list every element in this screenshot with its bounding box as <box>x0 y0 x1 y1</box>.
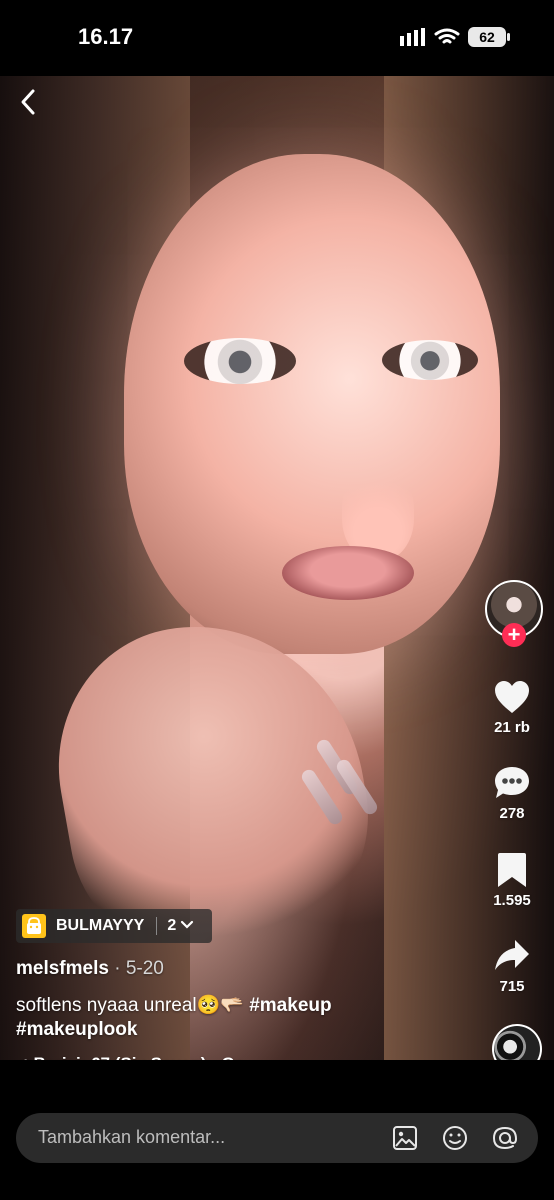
caption-text: softlens nyaaa unreal🥺🫳🏻 <box>16 995 250 1016</box>
battery-indicator: 62 <box>468 27 510 47</box>
share-button[interactable]: 715 <box>482 936 542 995</box>
video-subject-lips <box>282 546 414 600</box>
comment-count: 278 <box>499 805 525 822</box>
post-date: · 5-20 <box>114 958 164 979</box>
shop-product-count: 2 <box>167 917 177 934</box>
wifi-icon <box>434 28 460 44</box>
creator-avatar-button[interactable]: + <box>485 580 543 650</box>
shopping-bag-icon <box>22 914 46 938</box>
shop-divider <box>156 917 158 935</box>
status-bar: 16.17 62 <box>0 0 554 76</box>
comment-bubble-icon <box>495 767 529 798</box>
shop-name: BULMAYYY <box>56 917 145 934</box>
username[interactable]: melsfmels <box>16 958 109 979</box>
status-time: 16.17 <box>78 24 134 49</box>
comment-input[interactable]: Tambahkan komentar... <box>16 1113 538 1163</box>
hashtag-makeup[interactable]: #makeup <box>249 995 331 1016</box>
image-icon[interactable] <box>390 1123 420 1153</box>
at-icon[interactable] <box>490 1123 520 1153</box>
post-author-line[interactable]: melsfmels · 5-20 <box>16 958 346 980</box>
heart-icon <box>495 681 529 713</box>
follow-button[interactable]: + <box>502 623 526 647</box>
post-caption: softlens nyaaa unreal🥺🫳🏻 #makeup #makeup… <box>16 994 346 1042</box>
chevron-down-icon <box>180 917 194 935</box>
share-count: 715 <box>499 978 525 995</box>
shop-chip[interactable]: BULMAYYY 2 <box>16 909 212 943</box>
comment-placeholder: Tambahkan komentar... <box>38 1127 226 1147</box>
video-subject-right-eye <box>382 340 478 380</box>
like-button[interactable]: 21 rb <box>482 680 542 736</box>
share-arrow-icon <box>495 940 529 970</box>
hashtag-makeuplook[interactable]: #makeuplook <box>16 1019 137 1040</box>
signal-icon <box>400 28 425 46</box>
bookmark-icon <box>498 853 526 887</box>
emoji-icon[interactable] <box>440 1123 470 1153</box>
comment-button[interactable]: 278 <box>482 765 542 822</box>
status-icons: 62 <box>400 27 510 47</box>
back-button[interactable] <box>18 88 42 120</box>
save-button[interactable]: 1.595 <box>482 852 542 909</box>
like-count: 21 rb <box>494 719 530 736</box>
video-subject-left-eye <box>184 338 296 384</box>
chevron-left-icon <box>21 89 35 115</box>
save-count: 1.595 <box>493 892 531 909</box>
